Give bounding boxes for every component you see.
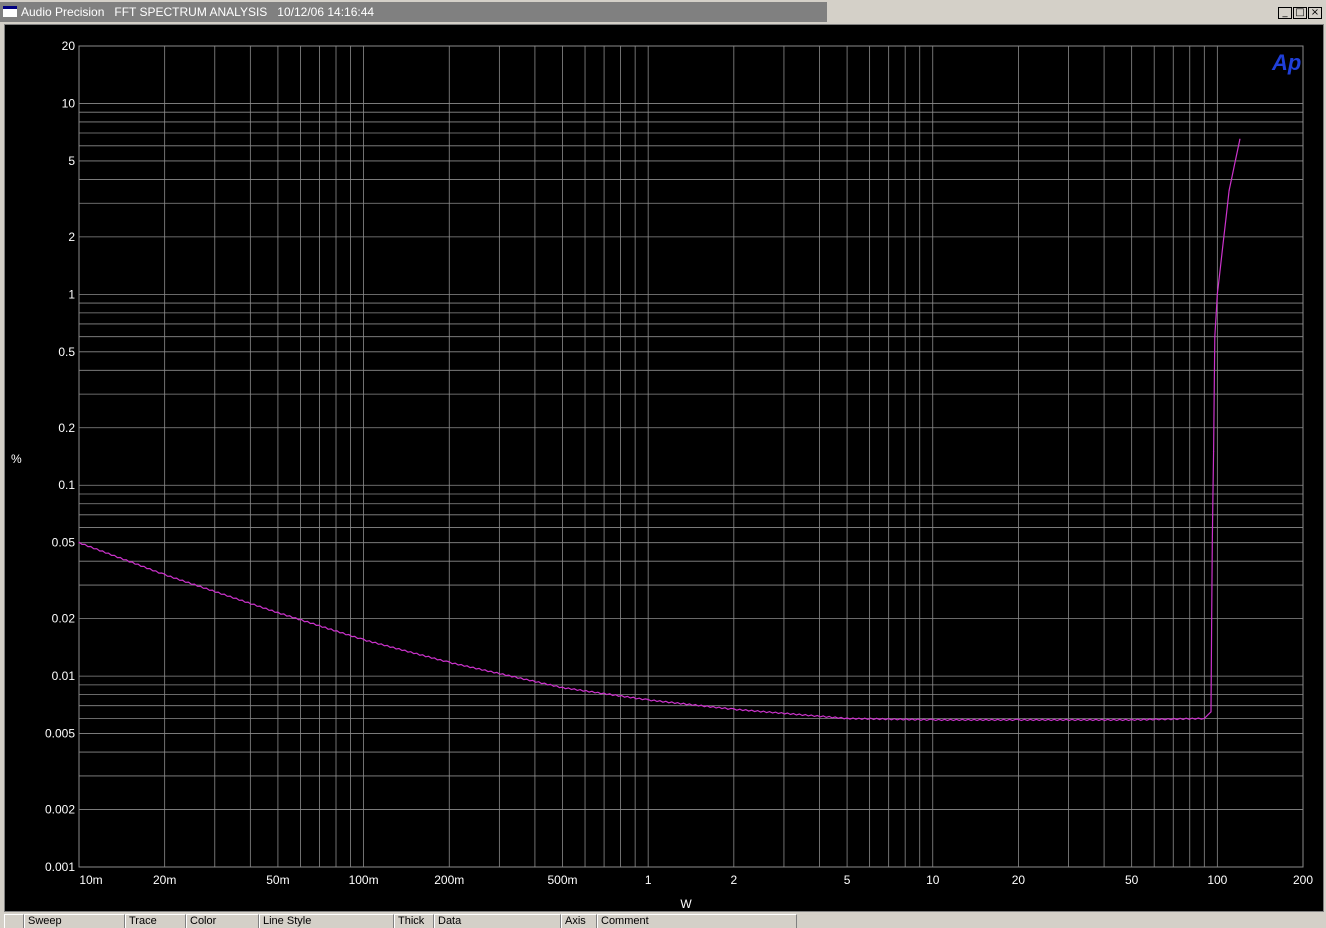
y-tick-label: 0.001 — [45, 860, 75, 874]
y-tick-labels: 20 10 5 2 1 0.5 0.2 0.1 0.05 0.02 0.01 0.005 0.002 0.… — [45, 39, 75, 874]
x-axis-label: W — [680, 897, 692, 911]
y-tick-label: 0.02 — [52, 612, 76, 626]
data-point — [1216, 293, 1218, 295]
data-point — [448, 661, 450, 663]
data-point — [1211, 542, 1213, 544]
data-point — [1228, 189, 1230, 192]
data-point — [78, 542, 80, 544]
y-tick-label: 0.1 — [58, 478, 75, 492]
x-tick-label: 20m — [153, 873, 176, 887]
x-tick-label: 10 — [926, 873, 940, 887]
data-point — [362, 639, 365, 641]
x-tick-label: 100m — [349, 873, 379, 887]
x-tick-label: 100 — [1207, 873, 1227, 887]
x-tick-label: 2 — [730, 873, 737, 887]
window-title: Audio Precision FFT SPECTRUM ANALYSIS 10… — [21, 5, 375, 19]
y-tick-label: 1 — [68, 287, 75, 301]
y-tick-label: 0.002 — [45, 803, 75, 817]
chart-panel: 20 10 5 2 1 0.5 0.2 0.1 0.05 0.02 0.01 0.005 0.002 0.… — [4, 24, 1324, 912]
x-tick-label: 50m — [266, 873, 289, 887]
data-point — [1212, 451, 1215, 453]
y-tick-label: 0.2 — [58, 421, 75, 435]
data-point — [277, 612, 279, 614]
y-axis-label: % — [11, 452, 22, 466]
status-bar: Sweep Trace Color Line Style Thick Data Axis Co… — [0, 912, 1326, 928]
minimize-button[interactable]: _ — [1278, 7, 1292, 19]
grid — [78, 45, 1304, 868]
x-tick-label: 200 — [1293, 873, 1313, 887]
data-point — [846, 717, 848, 720]
title-bar-controls: _ □ × — [827, 2, 1326, 22]
app-window: Audio Precision FFT SPECTRUM ANALYSIS 10… — [0, 0, 1326, 928]
data-point — [932, 719, 934, 721]
y-tick-label: 0.05 — [52, 536, 76, 550]
plot-border — [78, 45, 1304, 868]
close-button[interactable]: × — [1308, 7, 1322, 19]
data-point — [1210, 711, 1212, 713]
y-tick-label: 0.01 — [52, 669, 76, 683]
series-line — [78, 139, 1241, 722]
restore-button[interactable]: □ — [1293, 7, 1307, 19]
data-point — [1203, 717, 1205, 720]
data-point — [1131, 719, 1133, 721]
data-point — [1017, 719, 1020, 721]
y-tick-label: 0.005 — [45, 727, 75, 741]
x-tick-label: 5 — [844, 873, 851, 887]
data-point — [1239, 138, 1241, 140]
y-tick-label: 10 — [62, 96, 76, 110]
series-points — [78, 138, 1241, 721]
x-tick-label: 20 — [1012, 873, 1026, 887]
x-tick-label: 1 — [645, 873, 652, 887]
y-tick-label: 2 — [68, 230, 75, 244]
x-tick-label: 200m — [434, 873, 464, 887]
data-point — [733, 708, 735, 710]
data-point — [561, 687, 564, 689]
y-tick-label: 5 — [68, 154, 75, 168]
window-icon[interactable] — [3, 6, 17, 17]
x-tick-label: 10m — [79, 873, 102, 887]
chart-svg: 20 10 5 2 1 0.5 0.2 0.1 0.05 0.02 0.01 0.005 0.002 0.… — [11, 39, 1313, 911]
y-tick-label: 0.5 — [58, 345, 75, 359]
data-point — [647, 699, 649, 701]
x-tick-label: 50 — [1125, 873, 1139, 887]
x-tick-labels: 10m 20m 50m 100m 200m 500m 1 2 5 10 20 50 100 200 — [79, 873, 1313, 887]
title-bar[interactable]: Audio Precision FFT SPECTRUM ANALYSIS 10… — [0, 2, 827, 22]
y-tick-label: 20 — [62, 39, 76, 53]
data-point — [1214, 336, 1216, 338]
x-tick-label: 500m — [547, 873, 577, 887]
ap-logo: Ap — [1271, 50, 1301, 75]
data-point — [164, 574, 166, 576]
